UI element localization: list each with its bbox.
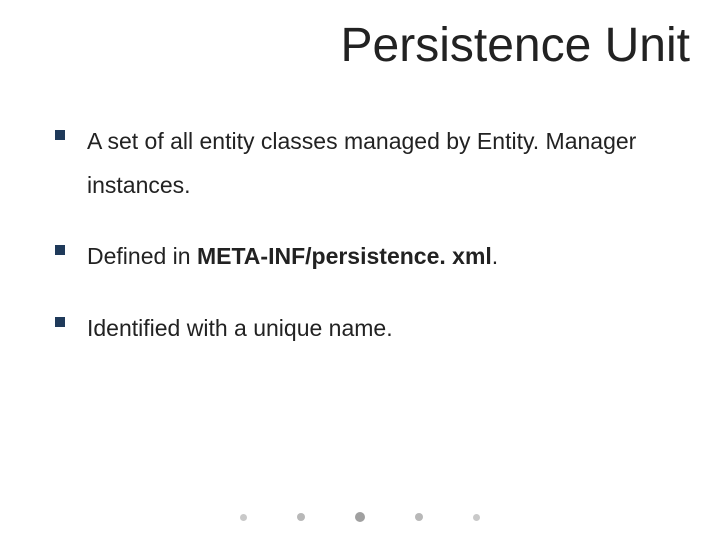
dot-icon	[355, 512, 365, 522]
pager-dots	[240, 512, 480, 522]
bullet-list: A set of all entity classes managed by E…	[55, 120, 680, 379]
dot-icon	[240, 514, 247, 521]
dot-icon	[415, 513, 423, 521]
bullet-icon	[55, 245, 65, 255]
bullet-icon	[55, 317, 65, 327]
bullet-text: Identified with a unique name.	[87, 307, 393, 351]
bullet-text: Defined in META-INF/persistence. xml.	[87, 235, 498, 279]
bullet-icon	[55, 130, 65, 140]
list-item: A set of all entity classes managed by E…	[55, 120, 680, 207]
dot-icon	[297, 513, 305, 521]
bullet-text: A set of all entity classes managed by E…	[87, 120, 680, 207]
dot-icon	[473, 514, 480, 521]
slide-title: Persistence Unit	[341, 18, 690, 73]
list-item: Defined in META-INF/persistence. xml.	[55, 235, 680, 279]
list-item: Identified with a unique name.	[55, 307, 680, 351]
